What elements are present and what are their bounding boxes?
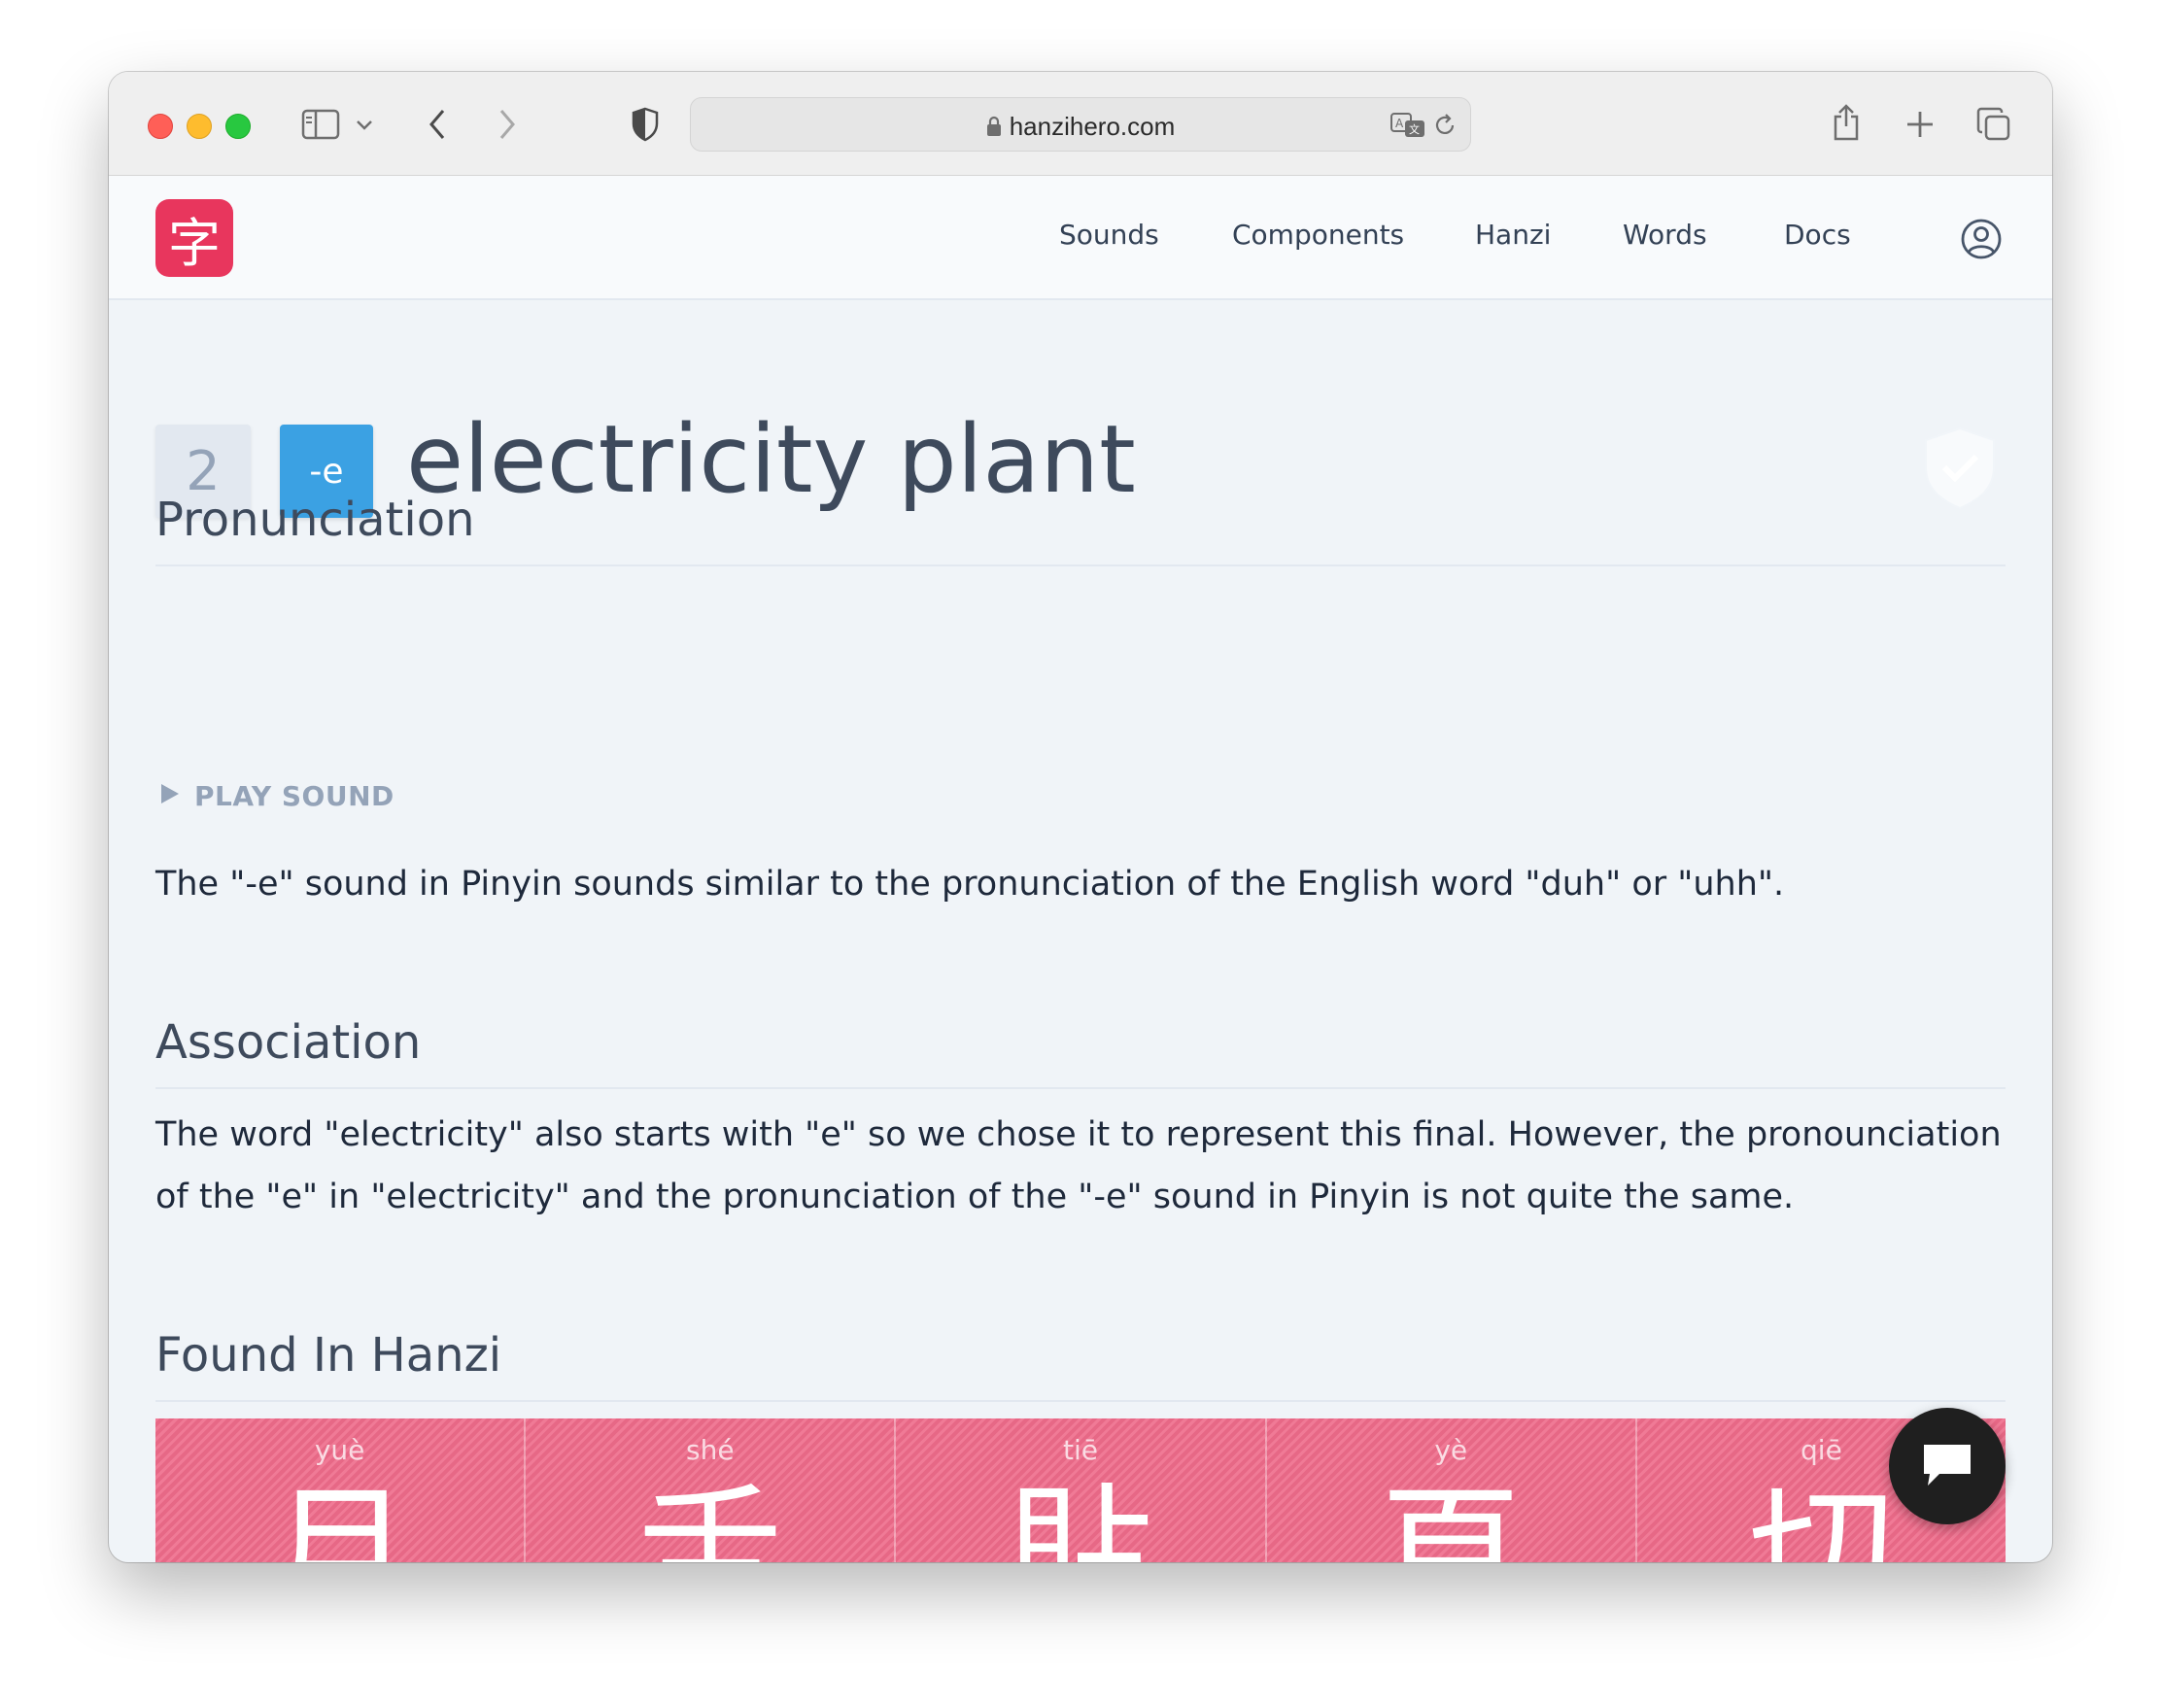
hanzi-card[interactable]: shé 舌 xyxy=(526,1418,897,1562)
nav-components[interactable]: Components xyxy=(1232,219,1404,251)
hanzi-card[interactable]: tiē 貼 xyxy=(896,1418,1267,1562)
address-bar[interactable]: hanzihero.com A文 xyxy=(690,97,1471,152)
hanzi-card[interactable]: yuè 月 xyxy=(155,1418,527,1562)
site-logo[interactable]: 字 xyxy=(155,199,233,277)
reload-icon[interactable] xyxy=(1429,110,1460,141)
user-circle-icon[interactable] xyxy=(1961,219,2002,263)
play-sound-button[interactable]: PLAY SOUND xyxy=(159,780,394,812)
chat-bubble-icon xyxy=(1918,1439,1976,1493)
share-icon[interactable] xyxy=(1829,101,1864,144)
play-icon xyxy=(159,780,181,812)
hanzi-pinyin: shé xyxy=(686,1434,735,1466)
nav-docs[interactable]: Docs xyxy=(1784,219,1851,251)
svg-text:A: A xyxy=(1395,117,1404,130)
hanzi-pinyin: yuè xyxy=(314,1434,365,1466)
hanzi-character: 舌 xyxy=(636,1471,783,1562)
new-tab-icon[interactable] xyxy=(1903,107,1938,142)
site-header: 字 Sounds Components Hanzi Words Docs xyxy=(109,176,2052,300)
association-heading: Association xyxy=(155,1015,2006,1089)
translate-icon[interactable]: A文 xyxy=(1389,110,1427,141)
hanzi-character: 月 xyxy=(266,1471,413,1562)
shield-icon[interactable] xyxy=(628,105,663,144)
hanzi-character: 貼 xyxy=(1008,1471,1154,1562)
browser-window: hanzihero.com A文 字 Sounds Components Han… xyxy=(109,72,2052,1562)
tabs-overview-icon[interactable] xyxy=(1974,105,2013,144)
minimize-window-button[interactable] xyxy=(187,114,212,139)
browser-toolbar: hanzihero.com A文 xyxy=(109,72,2052,176)
final-label: -e xyxy=(309,451,344,492)
lock-icon xyxy=(986,114,1002,144)
pronunciation-heading: Pronunciation xyxy=(155,493,2006,566)
nav-words[interactable]: Words xyxy=(1623,219,1707,251)
found-in-hanzi-heading: Found In Hanzi xyxy=(155,1328,2006,1402)
pronunciation-text: The "-e" sound in Pinyin sounds similar … xyxy=(155,865,1785,904)
chevron-down-icon[interactable] xyxy=(352,113,377,138)
zoom-window-button[interactable] xyxy=(225,114,251,139)
svg-text:文: 文 xyxy=(1409,122,1420,136)
url-text: hanzihero.com xyxy=(1009,112,1176,141)
hanzi-pinyin: yè xyxy=(1434,1434,1468,1466)
url-display: hanzihero.com xyxy=(691,112,1470,144)
forward-icon[interactable] xyxy=(490,107,525,142)
nav-sounds[interactable]: Sounds xyxy=(1059,219,1159,251)
hanzi-pinyin: tiē xyxy=(1063,1434,1098,1466)
hanzi-grid: yuè 月 shé 舌 tiē 貼 yè 頁 qiē 切 xyxy=(155,1418,2007,1562)
logo-char: 字 xyxy=(168,212,221,274)
hanzi-card[interactable]: yè 頁 xyxy=(1266,1418,1637,1562)
association-text: The word "electricity" also starts with … xyxy=(155,1115,2002,1216)
nav-hanzi[interactable]: Hanzi xyxy=(1475,219,1551,251)
chat-button[interactable] xyxy=(1889,1408,2006,1524)
hanzi-character: 頁 xyxy=(1378,1471,1525,1562)
sidebar-icon[interactable] xyxy=(299,107,342,142)
play-sound-label: PLAY SOUND xyxy=(194,780,394,812)
close-window-button[interactable] xyxy=(148,114,173,139)
back-icon[interactable] xyxy=(420,107,455,142)
